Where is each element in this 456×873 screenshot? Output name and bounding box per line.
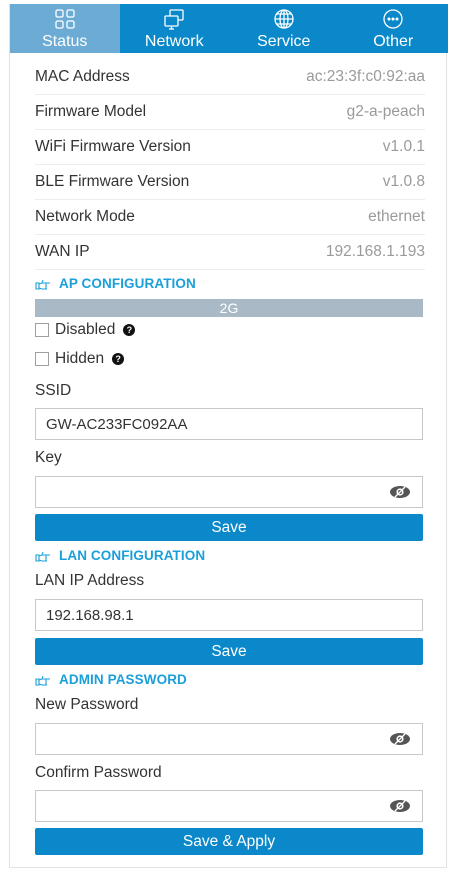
row-label: Network Mode (35, 208, 135, 225)
show-password-icon[interactable] (389, 799, 411, 813)
new-password-input[interactable] (35, 723, 423, 755)
confirm-password-label: Confirm Password (35, 764, 162, 781)
status-list: MAC Address ac:23:3f:c0:92:aa Firmware M… (35, 60, 425, 270)
row-label: BLE Firmware Version (35, 173, 190, 190)
key-label: Key (35, 449, 62, 466)
confirm-password-input[interactable] (35, 790, 423, 822)
row-value: v1.0.8 (382, 173, 425, 190)
lan-save-button[interactable]: Save (35, 638, 423, 665)
row-value: v1.0.1 (382, 138, 425, 155)
tab-service[interactable]: Service (229, 4, 339, 53)
band-2g-header: 2G (35, 299, 423, 317)
row-value: ac:23:3f:c0:92:aa (306, 68, 425, 85)
tab-bar: Status Network Service Other (10, 4, 448, 53)
tab-network[interactable]: Network (120, 4, 230, 53)
row-label: MAC Address (35, 68, 130, 85)
more-icon (383, 9, 403, 29)
help-icon[interactable]: ? (112, 353, 125, 365)
row-value: 192.168.1.193 (325, 243, 425, 260)
status-row-firmware-model: Firmware Model g2-a-peach (35, 95, 425, 130)
checkbox-label: Disabled (55, 321, 116, 338)
row-label: Firmware Model (35, 103, 147, 120)
admin-password-heading: ADMIN PASSWORD (35, 672, 187, 687)
hidden-checkbox-row[interactable]: Hidden ? (35, 350, 125, 368)
status-row-mac: MAC Address ac:23:3f:c0:92:aa (35, 60, 425, 95)
settings-panel: Status Network Service Other MAC Address… (9, 4, 448, 868)
status-row-wifi-firmware: WiFi Firmware Version v1.0.1 (35, 130, 425, 165)
disabled-checkbox-row[interactable]: Disabled ? (35, 321, 136, 339)
key-input[interactable] (35, 476, 423, 508)
checkbox-label: Hidden (55, 350, 105, 367)
lan-ip-label: LAN IP Address (35, 572, 145, 589)
row-value: ethernet (368, 208, 425, 225)
tab-label: Other (373, 33, 414, 50)
row-label: WAN IP (35, 243, 90, 260)
status-row-network-mode: Network Mode ethernet (35, 200, 425, 235)
status-row-ble-firmware: BLE Firmware Version v1.0.8 (35, 165, 425, 200)
globe-icon (274, 9, 294, 29)
pointing-hand-icon (35, 279, 50, 290)
pointing-hand-icon (35, 675, 50, 686)
show-password-icon[interactable] (389, 485, 411, 499)
tab-label: Network (144, 33, 204, 50)
new-password-label: New Password (35, 696, 139, 713)
grid-icon (55, 9, 75, 29)
tab-other[interactable]: Other (339, 4, 449, 53)
section-title: AP CONFIGURATION (59, 276, 196, 291)
ssid-label: SSID (35, 382, 72, 399)
ssid-input[interactable] (35, 408, 423, 440)
ap-save-button[interactable]: Save (35, 514, 423, 541)
ap-config-heading: AP CONFIGURATION (35, 276, 196, 291)
lan-ip-input[interactable] (35, 599, 423, 631)
row-label: WiFi Firmware Version (35, 138, 191, 155)
show-password-icon[interactable] (389, 732, 411, 746)
status-row-wan-ip: WAN IP 192.168.1.193 (35, 235, 425, 270)
save-apply-button[interactable]: Save & Apply (35, 828, 423, 855)
tab-label: Status (42, 33, 88, 50)
hidden-checkbox[interactable] (35, 352, 49, 366)
help-icon[interactable]: ? (123, 324, 136, 336)
tab-label: Service (257, 33, 311, 50)
lan-config-heading: LAN CONFIGURATION (35, 548, 205, 563)
pointing-hand-icon (35, 551, 50, 562)
tab-status[interactable]: Status (10, 4, 120, 53)
section-title: LAN CONFIGURATION (59, 548, 206, 563)
disabled-checkbox[interactable] (35, 323, 49, 337)
row-value: g2-a-peach (346, 103, 425, 120)
section-title: ADMIN PASSWORD (59, 672, 187, 687)
monitors-icon (164, 9, 184, 30)
